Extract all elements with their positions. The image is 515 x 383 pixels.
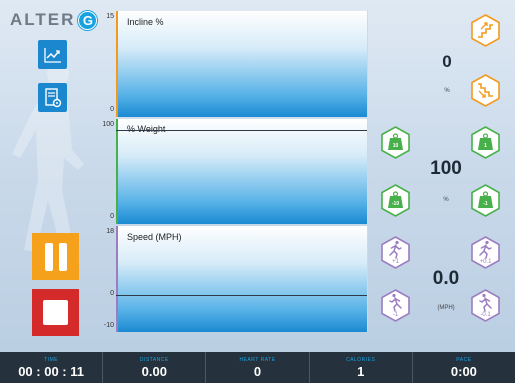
- pause-icon-bar-right: [58, 242, 67, 271]
- speed-plus-1-button[interactable]: +1: [381, 236, 410, 269]
- alterg-logo: ALTER G: [10, 8, 98, 32]
- speed-unit: (MPH): [437, 305, 455, 311]
- incline-value: 0: [442, 52, 452, 71]
- weight-plot-area: [116, 119, 367, 224]
- chart-view-button[interactable]: [38, 40, 67, 69]
- speed-minus-0-1-label: -0.1: [480, 312, 491, 318]
- incline-y-max-tick: 15: [106, 13, 114, 20]
- incline-chart: 15 0 Incline %: [100, 11, 368, 117]
- speed-y-max-tick: 18: [106, 228, 114, 235]
- speed-level-line: [116, 295, 367, 296]
- stairs-up-icon: [471, 14, 500, 47]
- weight-y-max-tick: 100: [102, 121, 114, 128]
- incline-axis-line: [116, 11, 118, 117]
- stat-time: TIME 00 : 00 : 11: [0, 352, 104, 383]
- stat-distance: DISTANCE 0.00: [103, 352, 207, 383]
- incline-down-button[interactable]: [471, 74, 500, 107]
- stat-heart-rate-value: 0: [253, 363, 262, 379]
- speed-plus-0-1-button[interactable]: +0.1: [471, 236, 500, 269]
- stat-pace-value: 0:00: [450, 363, 477, 379]
- weight-chart: 100 0 % Weight: [100, 119, 368, 224]
- speed-plus-0-1-label: +0.1: [479, 259, 492, 265]
- stat-heart-rate-label: HEART RATE: [239, 356, 276, 363]
- speed-value: 0.0: [432, 268, 460, 289]
- stat-distance-label: DISTANCE: [139, 356, 169, 363]
- weight-chart-title: % Weight: [127, 124, 166, 134]
- stat-calories: CALORIES 1: [310, 352, 413, 383]
- speed-axis-line: [116, 226, 118, 332]
- speed-minus-1-button[interactable]: -1: [381, 289, 410, 322]
- speed-chart-title: Speed (MPH): [127, 232, 182, 242]
- stat-calories-label: CALORIES: [346, 356, 376, 363]
- weight-minus-10-label: -10: [391, 201, 400, 207]
- document-settings-icon: [44, 87, 61, 107]
- weight-value: 100: [430, 158, 462, 179]
- stat-distance-value: 0.00: [141, 363, 167, 379]
- weight-minus-10-button[interactable]: -10: [381, 184, 410, 217]
- incline-up-button[interactable]: [471, 14, 500, 47]
- weight-plus-10-button[interactable]: 10: [381, 126, 410, 159]
- stat-calories-value: 1: [357, 363, 365, 379]
- speed-minus-0-1-button[interactable]: -0.1: [471, 289, 500, 322]
- weight-minus-1-button[interactable]: -1: [471, 184, 500, 217]
- weight-plus-1-label: 1: [484, 143, 487, 149]
- weight-plus-1-button[interactable]: 1: [471, 126, 500, 159]
- speed-y-min-tick: -10: [103, 322, 114, 329]
- brand-mark: G: [78, 10, 98, 30]
- weight-level-line: [116, 130, 367, 131]
- weight-axis-line: [116, 119, 118, 224]
- incline-unit: %: [444, 88, 450, 94]
- speed-plus-1-label: +1: [392, 259, 399, 265]
- weight-plus-10-label: 10: [392, 143, 399, 149]
- workout-stats-bar: TIME 00 : 00 : 11 DISTANCE 0.00 HEART RA…: [0, 352, 515, 383]
- stat-pace: PACE 0:00: [413, 352, 515, 383]
- program-settings-button[interactable]: [38, 83, 67, 112]
- stat-pace-label: PACE: [456, 356, 472, 363]
- speed-chart: 18 0 -10 Speed (MPH): [100, 226, 368, 332]
- pause-icon-bar-left: [44, 242, 53, 271]
- incline-chart-title: Incline %: [127, 17, 164, 27]
- speed-minus-1-label: -1: [392, 312, 399, 318]
- stop-icon: [43, 300, 68, 325]
- stat-time-label: TIME: [44, 356, 59, 363]
- weight-unit: %: [443, 197, 449, 203]
- stop-button[interactable]: [32, 289, 79, 336]
- weight-minus-1-label: -1: [483, 201, 488, 207]
- speed-y-zero-tick: 0: [110, 290, 114, 297]
- stat-time-value: 00 : 00 : 11: [18, 363, 84, 379]
- brand-name: ALTER: [10, 10, 76, 29]
- weight-y-min-tick: 0: [110, 213, 114, 220]
- stat-heart-rate: HEART RATE 0: [206, 352, 310, 383]
- incline-y-min-tick: 0: [110, 106, 114, 113]
- line-chart-icon: [43, 47, 61, 63]
- pause-button[interactable]: [32, 233, 79, 280]
- stairs-down-icon: [471, 74, 500, 107]
